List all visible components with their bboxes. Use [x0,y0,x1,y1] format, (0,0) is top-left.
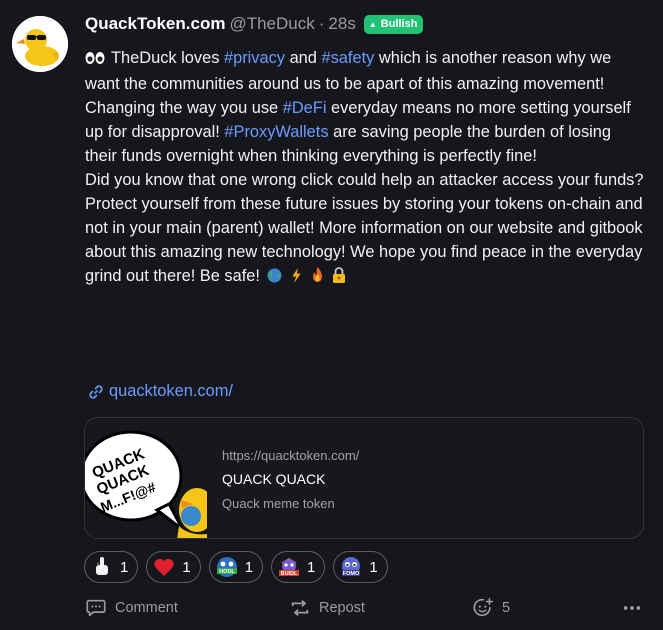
link-preview-title: QUACK QUACK [222,471,326,487]
author-avatar[interactable] [12,16,68,72]
link-preview-url: https://quacktoken.com/ [222,448,360,463]
link-preview-description: Quack meme token [222,496,335,511]
post-timestamp[interactable]: 28s [328,14,355,34]
reaction-heart[interactable]: 1 [146,551,201,583]
reaction-count: 1 [182,558,191,576]
lock-icon [332,266,346,290]
separator-dot: · [318,14,325,33]
post-paragraph-3: Protect yourself from these future issue… [85,192,645,290]
hodl-icon: HODL [215,555,239,579]
svg-text:FOMO: FOMO [343,571,360,577]
hashtag-privacy[interactable]: #privacy [224,49,285,67]
reaction-total: 5 [502,600,511,616]
svg-text:BUIDL: BUIDL [281,571,298,577]
heart-icon [152,555,176,579]
author-name[interactable]: QuackToken.com [85,14,225,34]
sentiment-badge-label: Bullish [380,18,418,30]
eyes-icon [85,48,105,72]
fire-icon [311,266,324,290]
reaction-count: 1 [369,558,378,576]
post-body: TheDuck loves #privacy and #safety which… [85,46,645,290]
finger-up-icon [90,555,114,579]
reaction-count: 1 [120,558,129,576]
reaction-hodl[interactable]: HODL 1 [208,551,264,583]
post-text: Protect yourself from these future issue… [85,195,643,285]
link-preview-card[interactable]: QUACK QUACK M...F!@# https://quacktoken.… [84,417,644,539]
repost-icon [291,600,309,616]
svg-text:HODL: HODL [219,569,235,575]
repost-button[interactable]: Repost [289,597,365,619]
comment-label: Comment [115,600,178,616]
smiley-plus-icon [473,598,493,617]
hashtag-safety[interactable]: #safety [321,49,374,67]
reaction-finger-up[interactable]: 1 [84,551,139,583]
reaction-fomo[interactable]: FOMO 1 [333,551,388,583]
post-paragraph-1: TheDuck loves #privacy and #safety which… [85,46,645,168]
repost-label: Repost [319,600,365,616]
hashtag-proxywallets[interactable]: #ProxyWallets [224,123,328,141]
arrow-up-icon: ▲ [368,19,377,29]
website-link[interactable]: quacktoken.com/ [88,382,233,401]
comment-icon [86,599,106,617]
more-dots-icon [623,606,641,610]
globe-icon [266,266,282,290]
comment-button[interactable]: Comment [85,597,178,619]
link-preview-text: https://quacktoken.com/ QUACK QUACK Quac… [222,448,359,511]
post-header: QuackToken.com @TheDuck · 28s ▲ Bullish [85,14,424,34]
reaction-count: 1 [244,558,254,576]
website-link-text[interactable]: quacktoken.com/ [109,382,233,401]
more-options-button[interactable] [621,597,643,619]
reactions-bar: 1 1 HODL 1 BUIDL 1 FOMO 1 [84,551,388,583]
reaction-buidl[interactable]: BUIDL 1 [271,551,326,583]
post-text: TheDuck loves [111,49,224,67]
hashtag-defi[interactable]: #DeFi [283,99,327,117]
author-handle[interactable]: @TheDuck [229,14,314,34]
link-icon [89,384,103,399]
post-actions: Comment Repost 5 [85,597,645,621]
reaction-count: 1 [307,558,316,576]
post-paragraph-2: Did you know that one wrong click could … [85,171,644,189]
lightning-icon [290,266,303,290]
sentiment-badge: ▲ Bullish [363,14,424,34]
buidl-icon: BUIDL [277,555,301,579]
link-preview-image: QUACK QUACK M...F!@# [85,418,207,538]
post-text: and [285,49,322,67]
fomo-icon: FOMO [339,555,363,579]
add-reaction-button[interactable]: 5 [472,597,510,619]
